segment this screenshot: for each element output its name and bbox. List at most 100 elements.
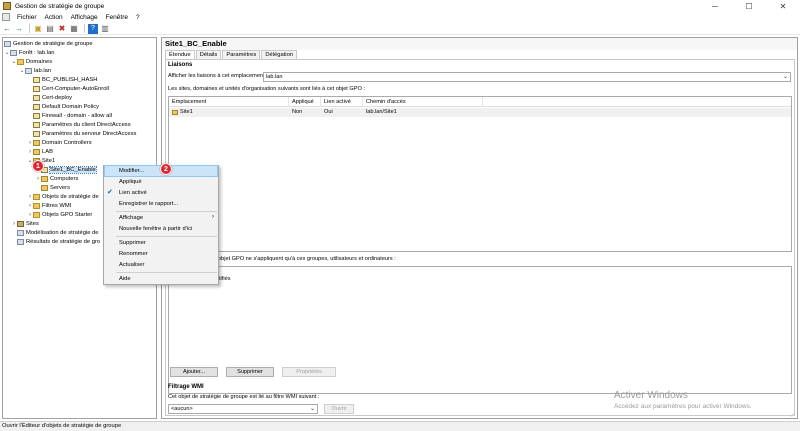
gpo-link-icon	[33, 121, 40, 128]
open-wmi-button[interactable]: Ouvrir	[324, 404, 354, 414]
tree-site1-bc-enable[interactable]: Site1_BC_Enable	[41, 165, 97, 174]
toolbar-separator	[29, 24, 30, 33]
properties-icon[interactable]: ▦	[69, 24, 79, 34]
up-folder-icon[interactable]: ▣	[33, 24, 43, 34]
ou-folder-icon	[41, 184, 48, 191]
export-list-icon[interactable]: ▥	[100, 24, 110, 34]
location-combo[interactable]: lab.lan ⌄	[263, 72, 791, 82]
tree-gpo-link[interactable]: Paramètres du client DirectAccess	[33, 120, 131, 129]
close-button[interactable]: ✕	[766, 0, 800, 12]
menu-separator	[116, 272, 217, 273]
show-links-label: Afficher les liaisons à cet emplacement …	[168, 73, 268, 79]
folder-icon	[33, 211, 40, 218]
gpo-link-icon	[33, 130, 40, 137]
menu-help[interactable]: ?	[132, 14, 144, 21]
back-arrow-icon[interactable]: ←	[2, 24, 12, 34]
tree-domain-lab[interactable]: ⌄ lab.lan	[19, 66, 51, 75]
tree-gpo-link[interactable]: Cert-deploy	[33, 93, 72, 102]
menu-item-applique[interactable]: Appliqué	[105, 177, 217, 187]
cell-enforced: Non	[292, 109, 303, 115]
domains-folder-icon	[17, 58, 24, 65]
tree-root[interactable]: Gestion de stratégie de groupe	[4, 39, 93, 48]
add-button[interactable]: Ajouter...	[170, 367, 218, 377]
tree-lab[interactable]: › LAB	[27, 147, 53, 156]
resize-grip-icon[interactable]: ⋰	[788, 413, 794, 420]
minimize-button[interactable]: ─	[698, 0, 732, 12]
tree-sites[interactable]: › Sites	[11, 219, 39, 228]
gpo-link-icon	[33, 112, 40, 119]
links-list-header: Emplacement Appliqué Lien activé Chemin …	[169, 97, 791, 107]
folder-icon	[33, 193, 40, 200]
cell-enabled: Oui	[324, 109, 333, 115]
tree-servers[interactable]: Servers	[41, 183, 70, 192]
tree-wmi-filters[interactable]: › Filtres WMI	[27, 201, 71, 210]
menu-action[interactable]: Action	[41, 14, 67, 21]
forest-icon	[10, 49, 17, 56]
console-icon[interactable]	[2, 13, 10, 21]
tab-strip: Étendue Détails Paramètres Délégation	[165, 50, 298, 59]
maximize-button[interactable]: ☐	[732, 0, 766, 12]
delete-icon[interactable]: ✖	[57, 24, 67, 34]
tree-gpo-link[interactable]: Cert-Computer-AutoEnroll	[33, 84, 109, 93]
activation-watermark-text: Accédez aux paramètres pour activer Wind…	[614, 403, 752, 410]
menu-item-lien-active[interactable]: Lien activé	[105, 188, 217, 198]
menu-separator	[116, 211, 217, 212]
col-chemin[interactable]: Chemin d'accès	[363, 97, 483, 106]
menu-item-affichage[interactable]: Affichage	[105, 213, 217, 223]
menu-separator	[116, 236, 217, 237]
tab-etendue[interactable]: Étendue	[165, 50, 195, 59]
menu-fenetre[interactable]: Fenêtre	[102, 14, 132, 21]
menu-item-renommer[interactable]: Renommer	[105, 249, 217, 259]
gpo-link-icon	[33, 76, 40, 83]
remove-button[interactable]: Supprimer	[226, 367, 274, 377]
menu-item-aide[interactable]: Aide	[105, 274, 217, 284]
links-description: Les sites, domaines et unités d'organisa…	[168, 86, 365, 92]
tree-domains[interactable]: ⌄ Domaines	[11, 57, 52, 66]
step-badge-2: 2	[160, 163, 172, 175]
show-hide-tree-icon[interactable]: ▤	[45, 24, 55, 34]
properties-button[interactable]: Propriétés	[282, 367, 336, 377]
tab-delegation[interactable]: Délégation	[261, 50, 298, 59]
wmi-filter-combo[interactable]: <aucun> ⌄	[168, 404, 318, 414]
gpo-link-icon	[33, 103, 40, 110]
step-badge-1: 1	[32, 160, 44, 172]
status-bar: Ouvrir l'Éditeur d'objets de stratégie d…	[0, 421, 800, 431]
cell-location: Site1	[169, 108, 289, 117]
app-icon	[3, 2, 11, 10]
tab-parametres[interactable]: Paramètres	[222, 50, 261, 59]
details-pane: Site1_BC_Enable Étendue Détails Paramètr…	[161, 37, 798, 419]
cell-path: lab.lan/Site1	[366, 109, 397, 115]
toolbar-separator	[84, 24, 85, 33]
title-bar: Gestion de stratégie de groupe ─ ☐ ✕	[0, 0, 800, 12]
col-emplacement[interactable]: Emplacement	[169, 97, 289, 106]
toolbar: ← → ▣ ▤ ✖ ▦ ? ▥	[0, 23, 800, 35]
col-applique[interactable]: Appliqué	[289, 97, 321, 106]
table-row[interactable]: Site1 Non Oui lab.lan/Site1	[169, 108, 791, 117]
tree-forest[interactable]: ⌄ Forêt : lab.lan	[4, 48, 54, 57]
tree-gpo-link[interactable]: BC_PUBLISH_HASH	[33, 75, 97, 84]
ou-folder-icon	[33, 148, 40, 155]
tree-domain-controllers[interactable]: › Domain Controllers	[27, 138, 92, 147]
tree-gpo-link[interactable]: Paramètres du serveur DirectAccess	[33, 129, 136, 138]
menu-item-enregistrer-rapport[interactable]: Enregistrer le rapport...	[105, 199, 217, 209]
menu-item-nouvelle-fenetre[interactable]: Nouvelle fenêtre à partir d'ici	[105, 224, 217, 234]
menu-item-actualiser[interactable]: Actualiser	[105, 260, 217, 270]
tree-results[interactable]: Résultats de stratégie de gro	[17, 237, 100, 246]
tree-computers[interactable]: › Computers	[35, 174, 78, 183]
tab-details[interactable]: Détails	[195, 50, 222, 59]
tree-modeling[interactable]: Modélisation de stratégie de	[17, 228, 99, 237]
menu-affichage[interactable]: Affichage	[67, 14, 102, 21]
help-icon[interactable]: ?	[88, 23, 98, 34]
menu-item-supprimer[interactable]: Supprimer	[105, 238, 217, 248]
col-lien-active[interactable]: Lien activé	[321, 97, 363, 106]
tree-gpo-objects[interactable]: › Objets de stratégie de	[27, 192, 99, 201]
tree-starter-gpos[interactable]: › Objets GPO Starter	[27, 210, 92, 219]
forward-arrow-icon[interactable]: →	[14, 24, 24, 34]
location-value: lab.lan	[266, 74, 283, 80]
tree-gpo-link[interactable]: Firewall - domain - allow all	[33, 111, 112, 120]
tree-gpo-link[interactable]: Default Domain Policy	[33, 102, 99, 111]
menu-fichier[interactable]: Fichier	[13, 14, 41, 21]
security-filter-description: objet GPO ne s'appliquent qu'à ces group…	[218, 256, 396, 262]
domain-icon	[25, 67, 32, 74]
table-row[interactable]: tifiés	[169, 275, 791, 284]
